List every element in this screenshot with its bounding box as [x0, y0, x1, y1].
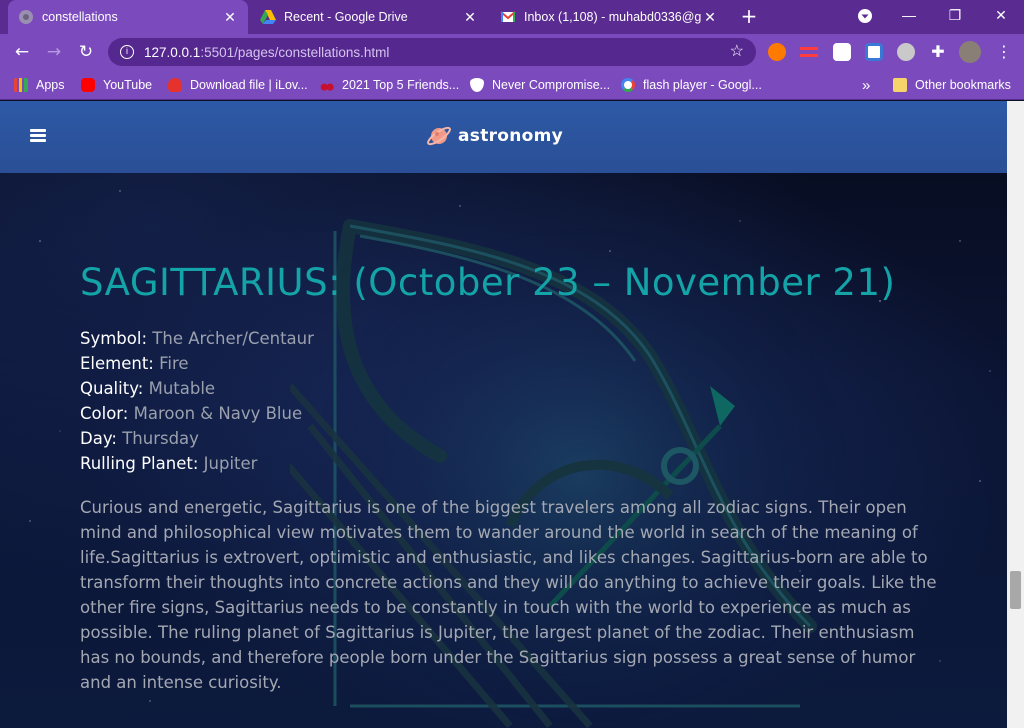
- hamburger-menu-icon[interactable]: [30, 129, 46, 143]
- fact-color: Color: Maroon & Navy Blue: [80, 401, 940, 426]
- bookmark-apps[interactable]: Apps: [14, 76, 65, 94]
- tab-search-chevron-icon[interactable]: [842, 0, 888, 32]
- site-info-icon[interactable]: i: [120, 45, 134, 59]
- other-bookmarks-folder[interactable]: Other bookmarks: [893, 76, 1011, 94]
- bookmark-label: YouTube: [103, 78, 153, 92]
- planet-ringed-icon: [427, 126, 451, 146]
- page-scrollbar[interactable]: [1007, 101, 1024, 728]
- back-arrow-icon[interactable]: ←: [10, 40, 34, 64]
- globe-favicon-icon: [18, 9, 34, 25]
- ilovepdf-heart-icon: [168, 78, 182, 92]
- google-drive-icon: [260, 9, 276, 25]
- tab-google-drive[interactable]: Recent - Google Drive ✕: [250, 0, 488, 34]
- cherries-icon: [320, 78, 334, 92]
- tab-title: constellations: [42, 10, 118, 24]
- fact-label: Quality:: [80, 379, 144, 398]
- extension-stripes-icon[interactable]: [800, 43, 818, 61]
- url-host: 127.0.0.1: [144, 44, 201, 60]
- bookmark-label: Other bookmarks: [915, 78, 1011, 92]
- fact-value: Thursday: [122, 429, 199, 448]
- profile-avatar[interactable]: [959, 41, 981, 63]
- bookmarks-bar: Apps YouTube Download file | iLov... 202…: [0, 70, 1024, 100]
- address-bar[interactable]: i 127.0.0.1:5501/pages/constellations.ht…: [108, 38, 756, 66]
- fact-symbol: Symbol: The Archer/Centaur: [80, 326, 940, 351]
- site-logo[interactable]: astronomy: [426, 123, 563, 149]
- fact-value: Jupiter: [203, 454, 258, 473]
- extensions-puzzle-icon[interactable]: ✚: [929, 43, 947, 61]
- fact-value: Maroon & Navy Blue: [133, 404, 303, 423]
- fact-value: Mutable: [148, 379, 216, 398]
- fact-label: Symbol:: [80, 329, 148, 348]
- chrome-menu-icon[interactable]: ⋮: [996, 43, 1014, 61]
- apps-grid-icon: [14, 78, 28, 92]
- bookmark-youtube[interactable]: YouTube: [81, 76, 152, 94]
- close-tab-icon[interactable]: ✕: [702, 9, 718, 26]
- page-viewport: astronomy SAGITTARIUS: (October 23 – Nov…: [0, 101, 1007, 728]
- close-tab-icon[interactable]: ✕: [222, 9, 238, 26]
- bookmark-never-compromise[interactable]: Never Compromise...: [470, 76, 610, 94]
- zodiac-description: Curious and energetic, Sagittarius is on…: [80, 498, 937, 692]
- fact-label: Rulling Planet:: [80, 454, 199, 473]
- fact-label: Day:: [80, 429, 117, 448]
- url-path: :5501/pages/constellations.html: [200, 44, 390, 60]
- fact-ruling-planet: Rulling Planet: Jupiter: [80, 451, 940, 476]
- new-tab-plus-icon[interactable]: +: [737, 5, 761, 29]
- minimize-icon[interactable]: —: [886, 0, 932, 32]
- tab-constellations[interactable]: constellations ✕: [8, 0, 248, 34]
- tab-gmail-inbox[interactable]: Inbox (1,108) - muhabd0336@gm ✕: [490, 0, 728, 34]
- bookmark-top-friends[interactable]: 2021 Top 5 Friends...: [320, 76, 459, 94]
- google-icon: [621, 78, 635, 92]
- tab-strip: constellations ✕ Recent - Google Drive ✕…: [0, 0, 1024, 34]
- bookmark-label: Download file | iLov...: [190, 78, 308, 92]
- browser-toolbar: ← → ↻ i 127.0.0.1:5501/pages/constellati…: [0, 34, 1024, 70]
- restore-icon[interactable]: ❐: [932, 0, 978, 32]
- brand-name: astronomy: [458, 126, 564, 146]
- close-window-icon[interactable]: ✕: [978, 0, 1024, 32]
- fact-day: Day: Thursday: [80, 426, 940, 451]
- bookmarks-overflow-button[interactable]: »: [862, 76, 870, 94]
- extension-screen-icon[interactable]: [865, 43, 883, 61]
- bookmark-label: Never Compromise...: [492, 78, 611, 92]
- bookmark-label: flash player - Googl...: [643, 78, 762, 92]
- forward-arrow-icon[interactable]: →: [42, 40, 66, 64]
- bookmark-ilovepdf[interactable]: Download file | iLov...: [168, 76, 308, 94]
- folder-icon: [893, 78, 907, 92]
- reload-icon[interactable]: ↻: [74, 40, 98, 64]
- extension-globe-icon[interactable]: [897, 43, 915, 61]
- bookmark-star-icon[interactable]: ☆: [730, 41, 744, 61]
- fact-label: Element:: [80, 354, 154, 373]
- bookmark-label: 2021 Top 5 Friends...: [342, 78, 460, 92]
- tab-title: Recent - Google Drive: [284, 10, 408, 24]
- scrollbar-thumb[interactable]: [1010, 571, 1021, 609]
- bookmark-label: Apps: [36, 78, 65, 92]
- bookmark-flash-player[interactable]: flash player - Googl...: [621, 76, 762, 94]
- site-header: astronomy: [0, 101, 1007, 173]
- gmail-icon: [500, 9, 516, 25]
- extension-cloud-icon[interactable]: [833, 43, 851, 61]
- shield-star-icon: [470, 78, 484, 92]
- fact-value: The Archer/Centaur: [152, 329, 314, 348]
- tab-title: Inbox (1,108) - muhabd0336@gm: [524, 10, 702, 24]
- fact-value: Fire: [159, 354, 189, 373]
- zodiac-section: SAGITTARIUS: (October 23 – November 21) …: [80, 261, 940, 695]
- fact-label: Color:: [80, 404, 129, 423]
- close-tab-icon[interactable]: ✕: [462, 9, 478, 26]
- zodiac-facts-list: Symbol: The Archer/Centaur Element: Fire…: [80, 326, 940, 476]
- zodiac-title: SAGITTARIUS: (October 23 – November 21): [80, 261, 896, 304]
- fact-quality: Quality: Mutable: [80, 376, 940, 401]
- extension-infinity-icon[interactable]: [768, 43, 786, 61]
- fact-element: Element: Fire: [80, 351, 940, 376]
- youtube-icon: [81, 78, 95, 92]
